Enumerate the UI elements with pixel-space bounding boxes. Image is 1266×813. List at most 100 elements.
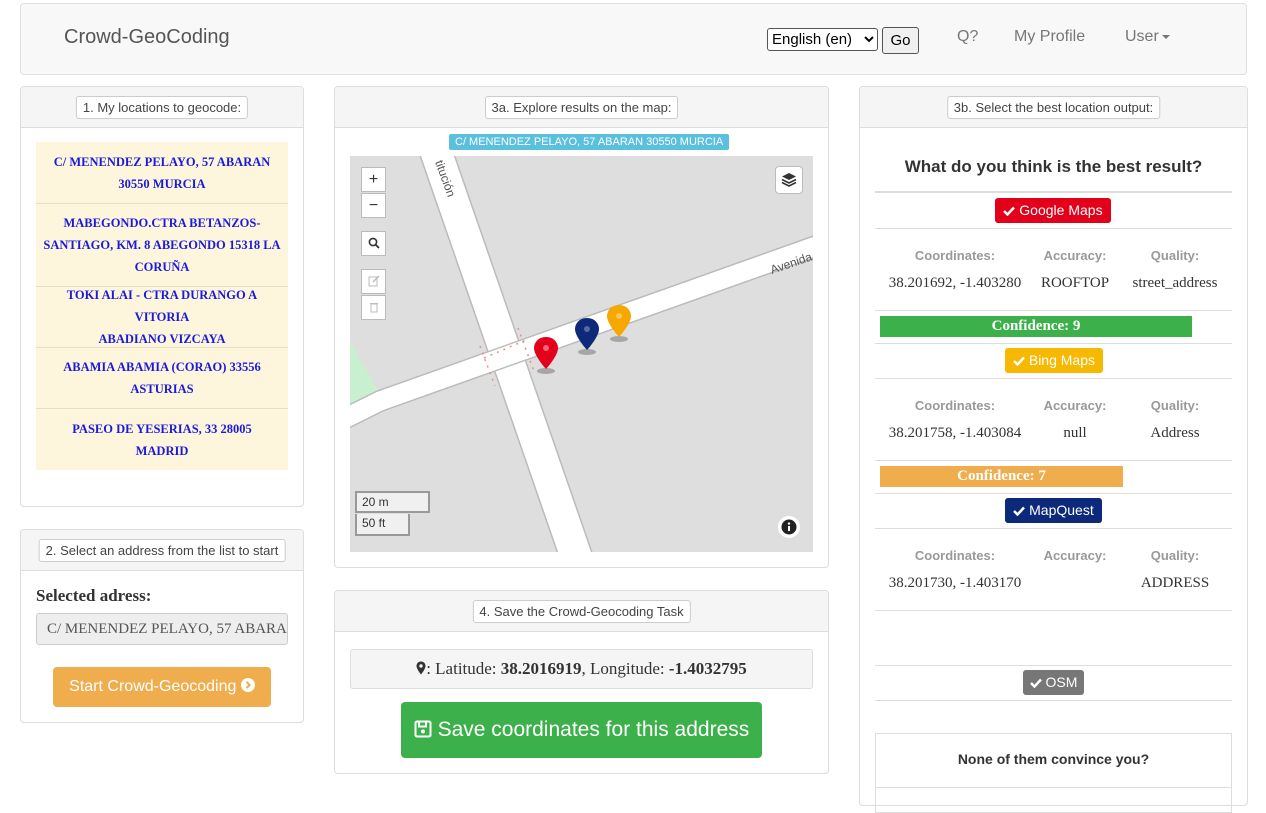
location-line: C/ MENENDEZ PELAYO, 57 ABARAN <box>53 154 271 169</box>
location-item[interactable]: ABAMIA ABAMIA (CORAO) 33556 ASTURIAS <box>36 348 288 409</box>
longitude-label: , Longitude: <box>581 659 669 678</box>
quality-label: Quality: <box>1150 398 1200 413</box>
selected-address-field: C/ MENENDEZ PELAYO, 57 ABARAN 30550 MURC… <box>36 613 288 645</box>
map-panel-header: 3a. Explore results on the map: <box>335 87 828 128</box>
location-line: ASTURIAS <box>130 382 194 396</box>
check-icon <box>1013 506 1026 517</box>
mapquest-label: MapQuest <box>1029 502 1094 518</box>
nav-user-label: User <box>1125 28 1159 45</box>
location-item[interactable]: PASEO DE YESERIAS, 33 28005 MADRID <box>36 409 288 470</box>
divider <box>875 343 1232 344</box>
location-item[interactable]: MABEGONDO.CTRA BETANZOS- SANTIAGO, KM. 8… <box>36 204 288 287</box>
osm-button[interactable]: OSM <box>1023 670 1084 695</box>
divider <box>875 665 1232 666</box>
accuracy-label: Accuracy: <box>1043 398 1107 413</box>
caret-down-icon <box>1161 34 1170 39</box>
map-delete-button[interactable] <box>361 295 386 320</box>
navbar: Crowd-GeoCoding English (en) Go Q? My Pr… <box>20 3 1247 75</box>
bing-confidence-bar: Confidence: 7 <box>880 466 1123 487</box>
divider <box>875 610 1232 611</box>
google-accuracy: ROOFTOP <box>1040 275 1110 291</box>
google-quality: street_address <box>1132 275 1218 291</box>
save-coordinates-label: Save coordinates for this address <box>437 718 750 741</box>
bing-coordinates: 38.201758, -1.403084 <box>888 425 1022 441</box>
longitude-value: -1.4032795 <box>668 659 747 678</box>
location-line: SANTIAGO, KM. 8 ABEGONDO 15318 LA <box>43 238 281 252</box>
zoom-in-button[interactable]: + <box>361 167 386 192</box>
map-marker-icon[interactable] <box>604 303 634 343</box>
nav-help-link[interactable]: Q? <box>957 28 978 46</box>
start-crowd-geocoding-button[interactable]: Start Crowd-Geocoding <box>53 667 271 707</box>
osm-label: OSM <box>1045 674 1078 690</box>
location-line: CORUÑA <box>134 260 190 274</box>
best-result-panel-title: 3b. Select the best location output: <box>946 96 1161 119</box>
bing-quality: Address <box>1150 425 1200 441</box>
map-search-button[interactable] <box>361 231 386 256</box>
selected-address-panel-header: 2. Select an address from the list to st… <box>21 530 303 571</box>
selected-coordinates: : Latitude: 38.2016919, Longitude: -1.40… <box>350 649 813 689</box>
quality-label: Quality: <box>1150 248 1200 263</box>
language-select[interactable]: English (en) <box>767 28 878 51</box>
nav-my-profile-link[interactable]: My Profile <box>1014 28 1085 46</box>
selected-address-panel: 2. Select an address from the list to st… <box>20 529 304 723</box>
go-button[interactable]: Go <box>882 27 919 54</box>
location-line: PASEO DE YESERIAS, 33 28005 <box>72 421 252 436</box>
zoom-out-button[interactable]: − <box>361 193 386 218</box>
mapquest-quality: ADDRESS <box>1140 575 1210 591</box>
brand-link[interactable]: Crowd-GeoCoding <box>64 26 230 49</box>
edit-icon <box>368 275 380 287</box>
map-info-button[interactable] <box>778 516 800 538</box>
map-panel: 3a. Explore results on the map: C/ MENEN… <box>334 86 829 568</box>
location-line: TOKI ALAI - CTRA DURANGO A VITORIA <box>66 288 258 324</box>
accuracy-label: Accuracy: <box>1043 548 1107 563</box>
google-coordinates: 38.201692, -1.403280 <box>888 275 1022 291</box>
bing-maps-button[interactable]: Bing Maps <box>1005 348 1103 373</box>
trash-icon <box>369 303 378 313</box>
accuracy-label: Accuracy: <box>1043 248 1107 263</box>
google-confidence-bar: Confidence: 9 <box>880 316 1192 337</box>
map-marker-icon[interactable] <box>531 335 561 375</box>
divider <box>875 700 1232 701</box>
map-scale-imperial: 50 ft <box>355 514 410 536</box>
best-result-question: What do you think is the best result? <box>904 157 1203 176</box>
map-view[interactable]: titución Avenida + − 20 m 50 ft <box>350 156 813 552</box>
location-item[interactable]: C/ MENENDEZ PELAYO, 57 ABARAN 30550 MURC… <box>36 142 288 204</box>
save-panel-title: 4. Save the Crowd-Geocoding Task <box>472 600 691 623</box>
layers-icon <box>781 173 797 187</box>
layers-button[interactable] <box>775 166 803 194</box>
map-panel-title: 3a. Explore results on the map: <box>484 96 679 119</box>
divider <box>875 191 1232 193</box>
start-crowd-geocoding-label: Start Crowd-Geocoding <box>69 678 237 695</box>
map-scale-metric: 20 m <box>355 491 430 513</box>
check-icon <box>1013 356 1025 367</box>
bing-accuracy: null <box>1063 425 1087 441</box>
location-line: MABEGONDO.CTRA BETANZOS- <box>63 216 261 230</box>
info-icon <box>781 519 797 535</box>
location-line: MADRID <box>135 443 189 458</box>
mapquest-coordinates: 38.201730, -1.403170 <box>888 575 1022 591</box>
divider <box>875 460 1232 461</box>
save-panel: 4. Save the Crowd-Geocoding Task : Latit… <box>334 590 829 774</box>
map-marker-icon[interactable] <box>572 316 602 356</box>
divider <box>875 310 1232 311</box>
locations-panel-header: 1. My locations to geocode: <box>21 87 303 128</box>
mapquest-button[interactable]: MapQuest <box>1005 498 1102 523</box>
save-coordinates-button[interactable]: Save coordinates for this address <box>401 702 762 758</box>
map-edit-button[interactable] <box>361 269 386 294</box>
latitude-label: : Latitude: <box>426 659 501 678</box>
search-icon <box>368 237 380 249</box>
google-maps-label: Google Maps <box>1019 202 1103 218</box>
location-list: C/ MENENDEZ PELAYO, 57 ABARAN 30550 MURC… <box>36 142 288 470</box>
selected-address-panel-title: 2. Select an address from the list to st… <box>38 539 286 562</box>
google-maps-button[interactable]: Google Maps <box>995 198 1111 223</box>
divider <box>875 228 1232 229</box>
divider <box>875 528 1232 529</box>
none-convince-text: None of them convince you? <box>957 751 1150 767</box>
locations-panel: 1. My locations to geocode: C/ MENENDEZ … <box>20 86 304 507</box>
check-icon <box>1029 678 1042 689</box>
map-marker-icon <box>416 661 426 675</box>
best-result-panel-header: 3b. Select the best location output: <box>860 87 1247 128</box>
nav-user-dropdown[interactable]: User <box>1125 28 1170 46</box>
coordinates-label: Coordinates: <box>914 548 996 563</box>
location-item[interactable]: TOKI ALAI - CTRA DURANGO A VITORIA ABADI… <box>36 287 288 348</box>
